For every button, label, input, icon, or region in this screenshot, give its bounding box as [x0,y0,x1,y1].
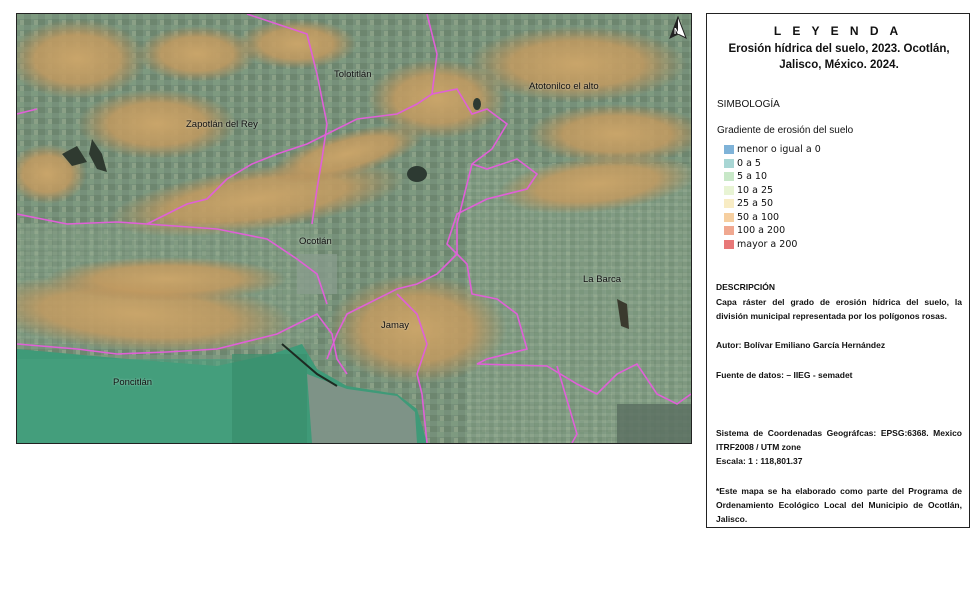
map-label-poncitlan: Poncitlán [113,377,153,388]
legend-class: 10 a 25 [724,184,821,198]
legend-class-label: 100 a 200 [737,225,786,237]
legend-coordinate-system: Sistema de Coordenadas Geográfcas: EPSG:… [716,426,962,468]
legend-class: 100 a 200 [724,224,821,238]
legend-swatch [724,158,734,168]
north-arrow-icon: N [667,16,689,42]
legend-class-label: mayor a 200 [737,238,798,250]
legend-note: *Este mapa se ha elaborado como parte de… [716,486,962,524]
legend-class-label: menor o igual a 0 [737,144,821,156]
legend-simbologia: SIMBOLOGÍA [717,99,780,110]
map-label-atotonilco: Atotonilco el alto [529,81,599,92]
map-label-la-barca: La Barca [583,274,622,285]
legend-class: mayor a 200 [724,238,821,252]
legend-description-heading: DESCRIPCIÓN [716,282,776,292]
north-arrow-label: N [674,27,680,36]
legend-class: 0 a 5 [724,157,821,171]
legend-swatch [724,185,734,195]
legend-class-label: 10 a 25 [737,184,774,196]
legend-swatch [724,239,734,249]
legend-title: Erosión hídrica del suelo, 2023. Ocotlán… [728,43,950,71]
legend-panel: L E Y E N D A Erosión hídrica del suelo,… [706,13,970,528]
legend-scale: Escala: 1 : 118,801.37 [716,456,803,466]
legend-heading: L E Y E N D A [773,24,903,38]
legend-class: 5 a 10 [724,170,821,184]
legend-classes: menor o igual a 0 0 a 5 5 a 10 10 a 25 2… [724,143,821,251]
map-label-zapotlan: Zapotlán del Rey [186,119,258,130]
legend-class: menor o igual a 0 [724,143,821,157]
legend-swatch [724,226,734,236]
legend-gradient-title: Gradiente de erosión del suelo [717,125,854,136]
legend-swatch [724,145,734,155]
map-frame[interactable]: Tolotitlán Atotonilco el alto Zapotlán d… [16,13,692,444]
legend-swatch [724,172,734,182]
legend-description: Capa ráster del grado de erosión hídrica… [716,297,962,321]
legend-swatch [724,212,734,222]
legend-class-label: 50 a 100 [737,211,780,223]
legend-author: Autor: Bolívar Emiliano García Hernández [716,340,886,350]
legend-class-label: 25 a 50 [737,198,774,210]
legend-class-label: 5 a 10 [737,171,767,183]
legend-class-label: 0 a 5 [737,157,761,169]
legend-crs: Sistema de Coordenadas Geográfcas: EPSG:… [716,428,962,452]
legend-class: 50 a 100 [724,211,821,225]
map-label-jamay: Jamay [381,320,409,331]
legend-swatch [724,199,734,209]
legend-class: 25 a 50 [724,197,821,211]
map-label-ocotlan: Ocotlán [299,236,332,247]
map-label-tolotitlan: Tolotitlán [334,69,372,80]
legend-source: Fuente de datos: – IIEG - semadet [716,370,853,380]
